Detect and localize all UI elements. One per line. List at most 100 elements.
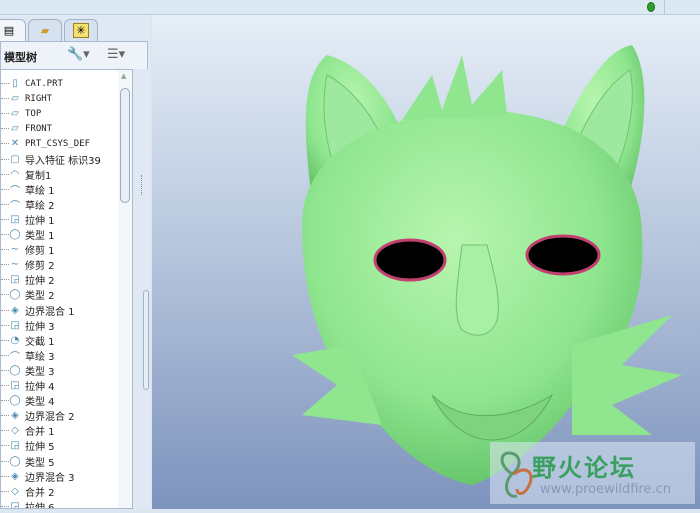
graphics-viewport[interactable] bbox=[152, 15, 700, 509]
sketch-icon: ⌒ bbox=[10, 351, 20, 363]
show-menu-icon[interactable]: ☰▾ bbox=[107, 47, 125, 62]
model-tree: ▯ CAT.PRT ▱ RIGHT ▱ TOP ▱ FRONT ✕ PRT_CSYS_DEF ▢ 导入… bbox=[0, 69, 133, 509]
tree-item[interactable]: ◯ 类型 4 bbox=[1, 393, 119, 408]
extrude-icon: ◲ bbox=[10, 440, 20, 452]
watermark-url: www.proewildfire.cn bbox=[540, 482, 671, 497]
boundary-blend-icon: ◈ bbox=[11, 410, 19, 422]
tree-item[interactable]: ◯ 类型 1 bbox=[1, 227, 119, 242]
tree-item-label: PRT_CSYS_DEF bbox=[25, 138, 91, 149]
tree-item[interactable]: ◈ 边界混合 2 bbox=[1, 408, 119, 423]
tree-connector bbox=[1, 430, 9, 432]
extrude-icon: ◲ bbox=[10, 274, 20, 286]
tree-item[interactable]: ◲ 拉伸 5 bbox=[1, 438, 119, 453]
tree-connector bbox=[1, 234, 9, 235]
tree-item[interactable]: ⌒ 草绘 3 bbox=[1, 348, 119, 363]
tree-item[interactable]: ⌒ 草绘 2 bbox=[1, 197, 119, 212]
tree-item[interactable]: ▢ 导入特征 标识39 bbox=[1, 152, 119, 167]
panel-collapse-handle[interactable] bbox=[143, 290, 149, 390]
tab-model-tree[interactable]: ▤ bbox=[0, 19, 26, 41]
tree-item[interactable]: ▯ CAT.PRT bbox=[1, 76, 119, 91]
tree-item-label: 边界混合 2 bbox=[25, 412, 75, 424]
watermark: 野火论坛 www.proewildfire.cn bbox=[490, 442, 695, 504]
tree-connector bbox=[1, 143, 9, 145]
tree-item-label: RIGHT bbox=[25, 93, 53, 104]
tree-item[interactable]: ◔ 交截 1 bbox=[1, 333, 119, 348]
tree-item[interactable]: ✕ PRT_CSYS_DEF bbox=[1, 136, 119, 151]
tree-item-label: TOP bbox=[25, 108, 42, 119]
tree-item[interactable]: ▱ TOP bbox=[1, 106, 119, 121]
intersect-icon: ◔ bbox=[10, 334, 20, 346]
tree-connector bbox=[1, 128, 9, 130]
tree-connector bbox=[1, 339, 9, 341]
datum-plane-icon: ▱ bbox=[11, 123, 19, 135]
tree-item-label: 拉伸 6 bbox=[25, 502, 55, 509]
tree-item-label: 复制1 bbox=[25, 170, 52, 182]
boundary-blend-icon: ◈ bbox=[11, 470, 19, 482]
trim-icon: ∼ bbox=[10, 259, 20, 271]
tree-item-label: 拉伸 4 bbox=[25, 382, 55, 393]
tree-item[interactable]: ∼ 修剪 2 bbox=[1, 257, 119, 272]
tree-connector bbox=[1, 249, 9, 251]
tree-item[interactable]: ◇ 合并 1 bbox=[1, 423, 119, 438]
tree-item[interactable]: ⌒ 草绘 1 bbox=[1, 182, 119, 197]
settings-icon[interactable]: 🔧▾ bbox=[67, 47, 90, 62]
part-icon: ▯ bbox=[12, 78, 18, 89]
panel-splitter[interactable] bbox=[141, 175, 148, 195]
model-tree-icon: ▤ bbox=[3, 24, 15, 37]
tree-connector bbox=[1, 98, 9, 100]
tree-item-label: 草绘 3 bbox=[25, 351, 55, 363]
tree-item[interactable]: ◈ 边界混合 3 bbox=[1, 469, 119, 484]
tree-item-label: FRONT bbox=[25, 123, 53, 134]
tree-item[interactable]: ◲ 拉伸 6 bbox=[1, 499, 119, 509]
extrude-icon: ◲ bbox=[10, 319, 20, 331]
surface-icon: ◯ bbox=[9, 364, 21, 376]
watermark-logo-icon bbox=[500, 451, 533, 498]
tree-item[interactable]: ◯ 类型 5 bbox=[1, 454, 119, 469]
tree-item-label: 修剪 2 bbox=[25, 261, 55, 273]
tree-item[interactable]: ◲ 拉伸 1 bbox=[1, 212, 119, 227]
surface-icon: ◯ bbox=[9, 229, 21, 240]
tree-item[interactable]: ◠ 复制1 bbox=[1, 167, 119, 182]
tree-item[interactable]: ∼ 修剪 1 bbox=[1, 242, 119, 257]
tree-connector bbox=[1, 400, 9, 402]
tree-connector bbox=[1, 505, 9, 507]
tree-connector bbox=[1, 445, 9, 447]
sketch-icon: ⌒ bbox=[10, 185, 20, 197]
tree-item[interactable]: ◲ 拉伸 4 bbox=[1, 378, 119, 393]
tree-scrollbar[interactable]: ▲ bbox=[118, 70, 132, 508]
tree-item-label: 草绘 2 bbox=[25, 200, 55, 212]
tree-item[interactable]: ◲ 拉伸 3 bbox=[1, 318, 119, 333]
tree-item-label: 合并 1 bbox=[25, 427, 55, 439]
extrude-icon: ◲ bbox=[10, 213, 20, 225]
tree-connector bbox=[1, 173, 9, 175]
tree-item[interactable]: ▱ FRONT bbox=[1, 121, 119, 136]
tree-connector bbox=[1, 203, 9, 205]
copy-icon: ◠ bbox=[10, 168, 20, 180]
tree-item-label: 类型 3 bbox=[25, 366, 55, 378]
favorites-icon: ✳ bbox=[73, 23, 89, 38]
tab-favorites[interactable]: ✳ bbox=[64, 19, 98, 41]
tree-connector bbox=[1, 264, 9, 266]
message-bar bbox=[0, 0, 700, 15]
tree-item-label: 合并 2 bbox=[25, 487, 55, 499]
extrude-icon: ◲ bbox=[10, 500, 20, 509]
tree-connector bbox=[1, 309, 9, 311]
tree-item-label: 草绘 1 bbox=[25, 185, 55, 197]
tab-folder-browser[interactable]: ▰ bbox=[28, 19, 62, 41]
tree-item[interactable]: ◈ 边界混合 1 bbox=[1, 303, 119, 318]
scrollbar-thumb[interactable] bbox=[120, 88, 130, 203]
tree-item[interactable]: ◯ 类型 2 bbox=[1, 287, 119, 302]
merge-icon: ◇ bbox=[11, 485, 19, 497]
tree-item[interactable]: ◯ 类型 3 bbox=[1, 363, 119, 378]
tree-item[interactable]: ◇ 合并 2 bbox=[1, 484, 119, 499]
tree-item-label: 拉伸 5 bbox=[25, 442, 55, 454]
panel-title: 模型树 bbox=[4, 51, 37, 64]
model-tree-header: 模型树 🔧▾ ☰▾ bbox=[0, 41, 148, 69]
tree-item-label: 拉伸 3 bbox=[25, 321, 55, 333]
cat-model bbox=[292, 45, 682, 485]
tree-item[interactable]: ▱ RIGHT bbox=[1, 91, 119, 106]
tree-item-label: 修剪 1 bbox=[25, 246, 55, 258]
import-icon: ▢ bbox=[10, 153, 20, 165]
datum-plane-icon: ▱ bbox=[11, 93, 19, 105]
tree-item[interactable]: ◲ 拉伸 2 bbox=[1, 272, 119, 287]
